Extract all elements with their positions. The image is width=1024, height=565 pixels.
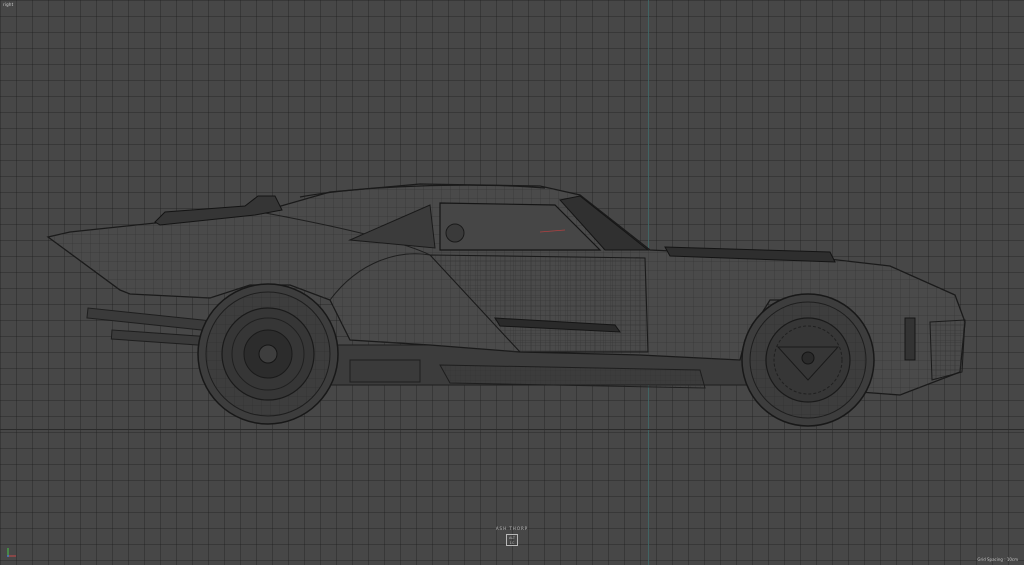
axis-gizmo-icon bbox=[7, 548, 16, 557]
front-wheel bbox=[741, 293, 875, 427]
watermark-name: ASH THORP bbox=[495, 526, 529, 531]
grid-spacing-label: Grid Spacing : 10cm bbox=[977, 557, 1018, 562]
watermark-badge: ALT 1C bbox=[506, 534, 518, 546]
rear-wheel bbox=[197, 283, 339, 425]
watermark: ASH THORP ALT 1C bbox=[490, 526, 534, 546]
exhaust-pipes bbox=[86, 307, 218, 347]
watermark-badge-line2: 1C bbox=[509, 540, 515, 545]
car-wireframe-model[interactable] bbox=[0, 0, 1024, 565]
3d-viewport[interactable]: right ASH THORP ALT 1C Grid Spacing: 10… bbox=[0, 0, 1024, 565]
